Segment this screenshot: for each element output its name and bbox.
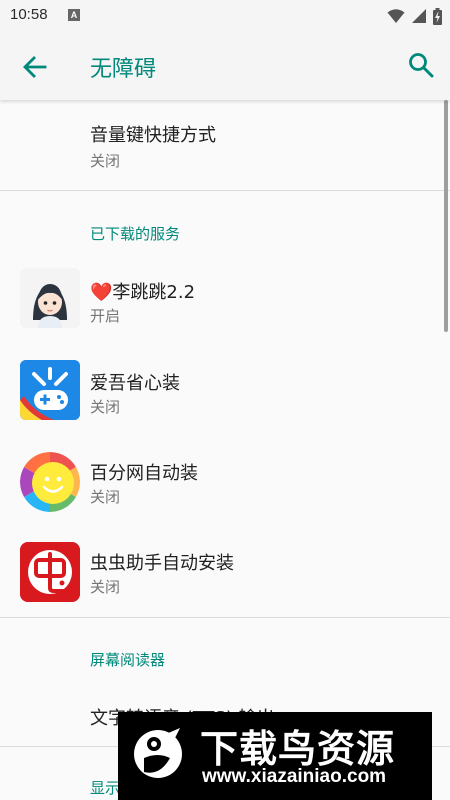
page-title: 无障碍 (90, 57, 157, 82)
section-header-display: 显示 (90, 779, 121, 797)
item-title: 音量键快捷方式 (90, 125, 216, 146)
scrollbar[interactable] (444, 100, 448, 332)
status-time: 10:58 (10, 6, 48, 23)
item-title: ❤️李跳跳2.2 (90, 282, 196, 303)
divider (0, 617, 450, 618)
back-arrow-icon[interactable] (20, 52, 50, 82)
heart-emoji-icon: ❤️ (90, 282, 113, 303)
battery-icon (433, 7, 442, 25)
bird-logo-icon (134, 728, 182, 778)
item-status: 关闭 (90, 398, 121, 416)
item-status: 关闭 (90, 152, 121, 170)
watermark-title: 下载鸟资源 (200, 727, 396, 771)
item-status: 开启 (90, 307, 121, 325)
section-header-screen-reader: 屏幕阅读器 (90, 651, 166, 669)
gamepad-icon (20, 360, 80, 420)
watermark-banner: 下载鸟资源 www.xiazainiao.com (118, 712, 432, 800)
notification-a-icon: A (68, 9, 80, 21)
status-bar: 10:58 A (0, 0, 450, 32)
item-title: 爱吾省心装 (90, 373, 180, 394)
chongchong-icon (20, 542, 80, 602)
divider (0, 190, 450, 191)
item-title: 百分网自动装 (90, 463, 198, 484)
service-item-aiwu[interactable]: 爱吾省心装 关闭 (0, 348, 450, 438)
app-bar: 无障碍 (0, 32, 450, 100)
wifi-icon (387, 9, 405, 23)
search-icon[interactable] (406, 50, 436, 80)
smiley-icon (20, 452, 80, 512)
volume-key-shortcut-item[interactable]: 音量键快捷方式 关闭 (0, 100, 450, 190)
service-item-chongchong[interactable]: 虫虫助手自动安装 关闭 (0, 528, 450, 618)
signal-icon (412, 9, 426, 23)
watermark-url: www.xiazainiao.com (202, 766, 387, 787)
settings-list[interactable]: 音量键快捷方式 关闭 已下载的服务 ❤️李跳跳2.2 开启 爱吾省心装 关闭 百… (0, 100, 450, 800)
item-status: 关闭 (90, 488, 121, 506)
item-title: 虫虫助手自动安装 (90, 553, 234, 574)
status-icons (387, 6, 442, 26)
item-status: 关闭 (90, 578, 121, 596)
service-item-litiaotiao[interactable]: ❤️李跳跳2.2 开启 (0, 258, 450, 348)
service-item-baifen[interactable]: 百分网自动装 关闭 (0, 438, 450, 528)
section-header-downloaded: 已下载的服务 (90, 225, 181, 243)
girl-avatar-icon (20, 268, 80, 328)
